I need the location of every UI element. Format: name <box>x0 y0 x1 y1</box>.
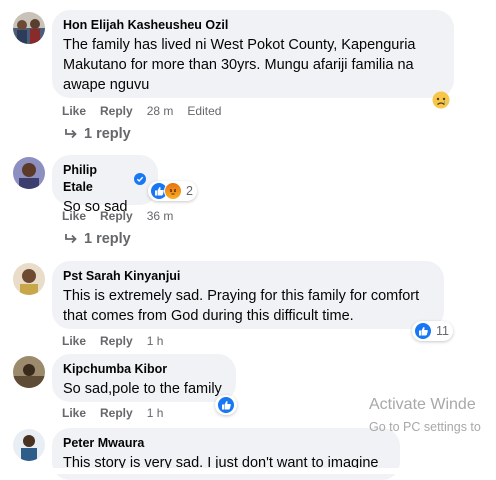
activation-watermark: Activate Winde Go to PC settings to <box>369 396 481 434</box>
comment-text: The family has lived ni West Pokot Count… <box>63 37 416 93</box>
comment-timestamp[interactable]: 1 h <box>147 334 164 348</box>
sad-emoji-icon[interactable] <box>432 91 450 109</box>
like-button[interactable]: Like <box>62 334 86 348</box>
comment-timestamp[interactable]: 36 m <box>147 209 174 223</box>
reply-button[interactable]: Reply <box>100 209 133 223</box>
comment-author[interactable]: Peter Mwaura <box>63 435 388 452</box>
view-replies-link[interactable]: 1 reply <box>64 231 131 247</box>
like-reaction-icon <box>217 396 235 414</box>
comment-actions: Like Reply 1 h <box>62 334 163 348</box>
reply-button[interactable]: Reply <box>100 406 133 420</box>
avatar[interactable] <box>13 157 45 189</box>
comment-bubble: Kipchumba Kibor So sad,pole to the famil… <box>52 354 236 402</box>
edited-label: Edited <box>187 104 222 118</box>
comment-actions: Like Reply 1 h <box>62 406 163 420</box>
comment-bubble: Philip Etale So so sad <box>52 155 158 215</box>
reply-button[interactable]: Reply <box>100 104 133 118</box>
reaction-count: 11 <box>436 324 449 338</box>
comment-author[interactable]: Philip Etale <box>63 162 146 196</box>
like-button[interactable]: Like <box>62 104 86 118</box>
comment-text: So sad,pole to the family <box>63 381 222 397</box>
comment-actions: Like Reply 36 m <box>62 209 173 223</box>
reaction-summary[interactable] <box>215 395 237 415</box>
view-replies-link[interactable]: 1 reply <box>64 126 131 142</box>
comment-bubble: Hon Elijah Kasheusheu Ozil The family ha… <box>52 10 454 98</box>
comment-author[interactable]: Hon Elijah Kasheusheu Ozil <box>63 17 442 34</box>
angry-reaction-icon <box>164 182 182 200</box>
reaction-count: 2 <box>186 184 193 198</box>
verified-badge-icon <box>134 173 146 185</box>
reply-button[interactable]: Reply <box>100 334 133 348</box>
like-button[interactable]: Like <box>62 209 86 223</box>
reply-arrow-icon <box>65 129 77 139</box>
reaction-summary[interactable]: 2 <box>148 181 197 201</box>
reaction-summary[interactable]: 11 <box>412 321 453 341</box>
avatar[interactable] <box>13 429 45 461</box>
comment-timestamp[interactable]: 28 m <box>147 104 174 118</box>
watermark-subtitle: Go to PC settings to <box>369 420 481 434</box>
avatar[interactable] <box>13 356 45 388</box>
like-button[interactable]: Like <box>62 406 86 420</box>
comment-bubble: Pst Sarah Kinyanjui This is extremely sa… <box>52 261 444 329</box>
comment-actions: Like Reply 28 m Edited <box>62 104 221 118</box>
comment-author[interactable]: Pst Sarah Kinyanjui <box>63 268 432 285</box>
avatar[interactable] <box>13 263 45 295</box>
watermark-title: Activate Winde <box>369 396 476 413</box>
comment-timestamp[interactable]: 1 h <box>147 406 164 420</box>
reply-arrow-icon <box>65 234 77 244</box>
avatar[interactable] <box>13 12 45 44</box>
like-reaction-icon <box>414 322 432 340</box>
bottom-edge <box>0 468 496 474</box>
comment-text: This is extremely sad. Praying for this … <box>63 288 420 324</box>
comment-author[interactable]: Kipchumba Kibor <box>63 361 224 378</box>
